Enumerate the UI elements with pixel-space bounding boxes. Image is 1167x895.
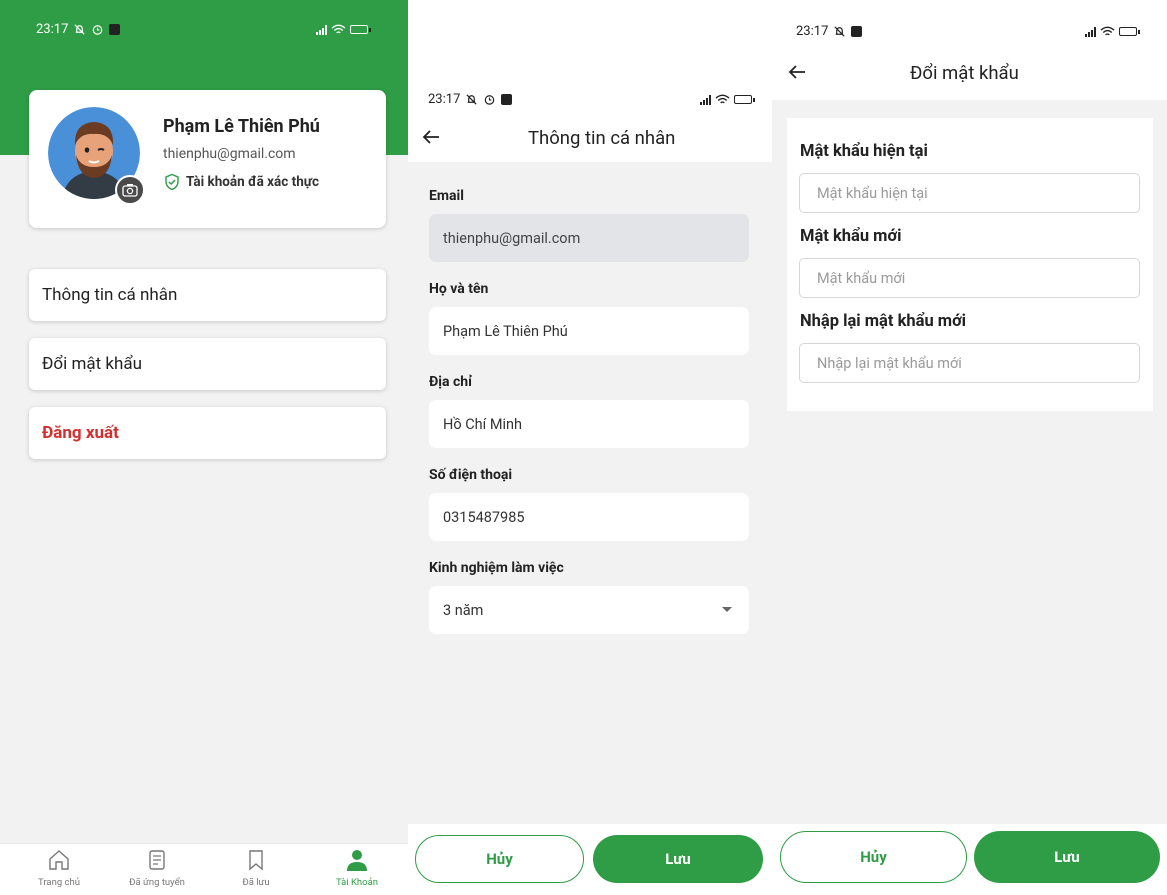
bottom-navigation: Trang chủ Đã ứng tuyển Đã lưu Tài Khoản xyxy=(0,843,408,895)
menu-change-password-label: Đổi mật khẩu xyxy=(42,354,142,374)
status-time: 23:17 xyxy=(36,22,69,37)
new-password-placeholder: Mật khẩu mới xyxy=(817,269,906,287)
status-bar: 23:17 xyxy=(796,24,1140,39)
muted-bell-icon xyxy=(466,94,477,105)
form-container: Email thienphu@gmail.com Họ và tên Phạm … xyxy=(408,162,772,824)
confirm-password-placeholder: Nhập lại mật khẩu mới xyxy=(817,354,962,372)
nav-account[interactable]: Tài Khoản xyxy=(317,848,397,888)
nav-applied[interactable]: Đã ứng tuyển xyxy=(117,848,197,888)
camera-icon xyxy=(122,184,138,197)
dropdown-caret-icon xyxy=(722,607,732,612)
wifi-icon xyxy=(1100,26,1115,35)
verified-badge: Tài khoản đã xác thực xyxy=(163,173,319,191)
menu-change-password[interactable]: Đổi mật khẩu xyxy=(29,338,386,390)
app-bar: Thông tin cá nhân xyxy=(422,123,762,153)
status-bar: 23:17 xyxy=(428,92,755,107)
bookmark-icon xyxy=(249,850,263,871)
email-field: thienphu@gmail.com xyxy=(429,214,749,262)
nav-saved[interactable]: Đã lưu xyxy=(216,848,296,888)
status-time: 23:17 xyxy=(428,92,461,107)
verified-label: Tài khoản đã xác thực xyxy=(186,174,319,190)
nav-saved-label: Đã lưu xyxy=(242,877,270,888)
notification-icon xyxy=(501,94,513,105)
signal-icon xyxy=(700,94,711,105)
phone-label: Số điện thoại xyxy=(429,467,513,483)
document-icon xyxy=(149,850,165,870)
battery-icon xyxy=(734,95,755,104)
phone-value: 0315487985 xyxy=(443,508,525,526)
battery-icon xyxy=(1119,27,1140,36)
fullname-label: Họ và tên xyxy=(429,281,489,297)
menu-personal-info-label: Thông tin cá nhân xyxy=(42,285,178,305)
profile-card: Phạm Lê Thiên Phú thienphu@gmail.com Tài… xyxy=(29,90,386,228)
menu-logout-label: Đăng xuất xyxy=(42,423,119,443)
password-form-card: Mật khẩu hiện tại Mật khẩu hiện tại Mật … xyxy=(787,118,1153,411)
cancel-button[interactable]: Hủy xyxy=(415,835,584,883)
experience-select[interactable]: 3 năm xyxy=(429,586,749,634)
phone-field[interactable]: 0315487985 xyxy=(429,493,749,541)
alarm-icon xyxy=(485,95,495,105)
nav-applied-label: Đã ứng tuyển xyxy=(129,877,185,888)
cancel-label: Hủy xyxy=(486,850,513,868)
email-label: Email xyxy=(429,188,464,204)
nav-account-label: Tài Khoản xyxy=(335,877,378,888)
back-button[interactable] xyxy=(422,126,440,151)
app-bar: Đổi mật khẩu xyxy=(788,58,1158,88)
profile-name: Phạm Lê Thiên Phú xyxy=(163,116,320,137)
nav-home-label: Trang chủ xyxy=(38,877,80,888)
muted-bell-icon xyxy=(834,26,845,37)
muted-bell-icon xyxy=(74,24,85,35)
page-title: Đổi mật khẩu xyxy=(910,62,1019,84)
address-value: Hồ Chí Minh xyxy=(443,415,522,433)
fullname-value: Phạm Lê Thiên Phú xyxy=(443,322,568,340)
menu-personal-info[interactable]: Thông tin cá nhân xyxy=(29,269,386,321)
action-bar: Hủy Lưu xyxy=(772,824,1167,895)
confirm-password-label: Nhập lại mật khẩu mới xyxy=(800,312,967,331)
notification-icon xyxy=(851,26,863,37)
signal-icon xyxy=(1085,26,1096,37)
change-password-screen: 23:17 Đổi mật khẩu Mật khẩu hiện tại Mật… xyxy=(772,0,1167,895)
notification-icon xyxy=(109,24,121,35)
status-bar: 23:17 xyxy=(36,22,371,37)
page-title: Thông tin cá nhân xyxy=(528,127,676,149)
save-button[interactable]: Lưu xyxy=(974,831,1160,883)
confirm-password-input[interactable]: Nhập lại mật khẩu mới xyxy=(799,343,1140,383)
personal-info-screen: 23:17 Thông tin cá nhân Email thienphu@g… xyxy=(408,0,772,895)
current-password-placeholder: Mật khẩu hiện tại xyxy=(817,184,928,202)
account-screen: 23:17 Phạm Lê Thiên Phú thienphu@gmail.c… xyxy=(0,0,408,895)
address-field[interactable]: Hồ Chí Minh xyxy=(429,400,749,448)
arrow-left-icon xyxy=(788,64,805,79)
battery-icon xyxy=(350,25,371,34)
signal-icon xyxy=(316,24,327,35)
menu-logout[interactable]: Đăng xuất xyxy=(29,407,386,459)
fullname-field[interactable]: Phạm Lê Thiên Phú xyxy=(429,307,749,355)
wifi-icon xyxy=(331,24,346,33)
arrow-left-icon xyxy=(422,129,439,144)
save-button[interactable]: Lưu xyxy=(593,835,763,883)
nav-home[interactable]: Trang chủ xyxy=(19,848,99,888)
experience-label: Kinh nghiệm làm việc xyxy=(429,560,564,576)
cancel-button[interactable]: Hủy xyxy=(780,831,967,883)
wifi-icon xyxy=(715,94,730,103)
home-icon xyxy=(49,850,69,870)
new-password-input[interactable]: Mật khẩu mới xyxy=(799,258,1140,298)
shield-check-icon xyxy=(165,173,179,191)
save-label: Lưu xyxy=(1054,848,1080,866)
profile-email: thienphu@gmail.com xyxy=(163,146,296,162)
current-password-label: Mật khẩu hiện tại xyxy=(800,142,928,161)
new-password-label: Mật khẩu mới xyxy=(800,227,902,246)
change-avatar-button[interactable] xyxy=(115,175,145,205)
user-icon xyxy=(347,850,367,871)
email-value: thienphu@gmail.com xyxy=(443,229,581,247)
back-button[interactable] xyxy=(788,61,806,86)
alarm-icon xyxy=(93,25,103,35)
cancel-label: Hủy xyxy=(860,848,887,866)
save-label: Lưu xyxy=(665,850,691,868)
address-label: Địa chỉ xyxy=(429,374,472,390)
status-time: 23:17 xyxy=(796,24,829,39)
action-bar: Hủy Lưu xyxy=(408,824,772,895)
current-password-input[interactable]: Mật khẩu hiện tại xyxy=(799,173,1140,213)
experience-value: 3 năm xyxy=(443,601,484,619)
